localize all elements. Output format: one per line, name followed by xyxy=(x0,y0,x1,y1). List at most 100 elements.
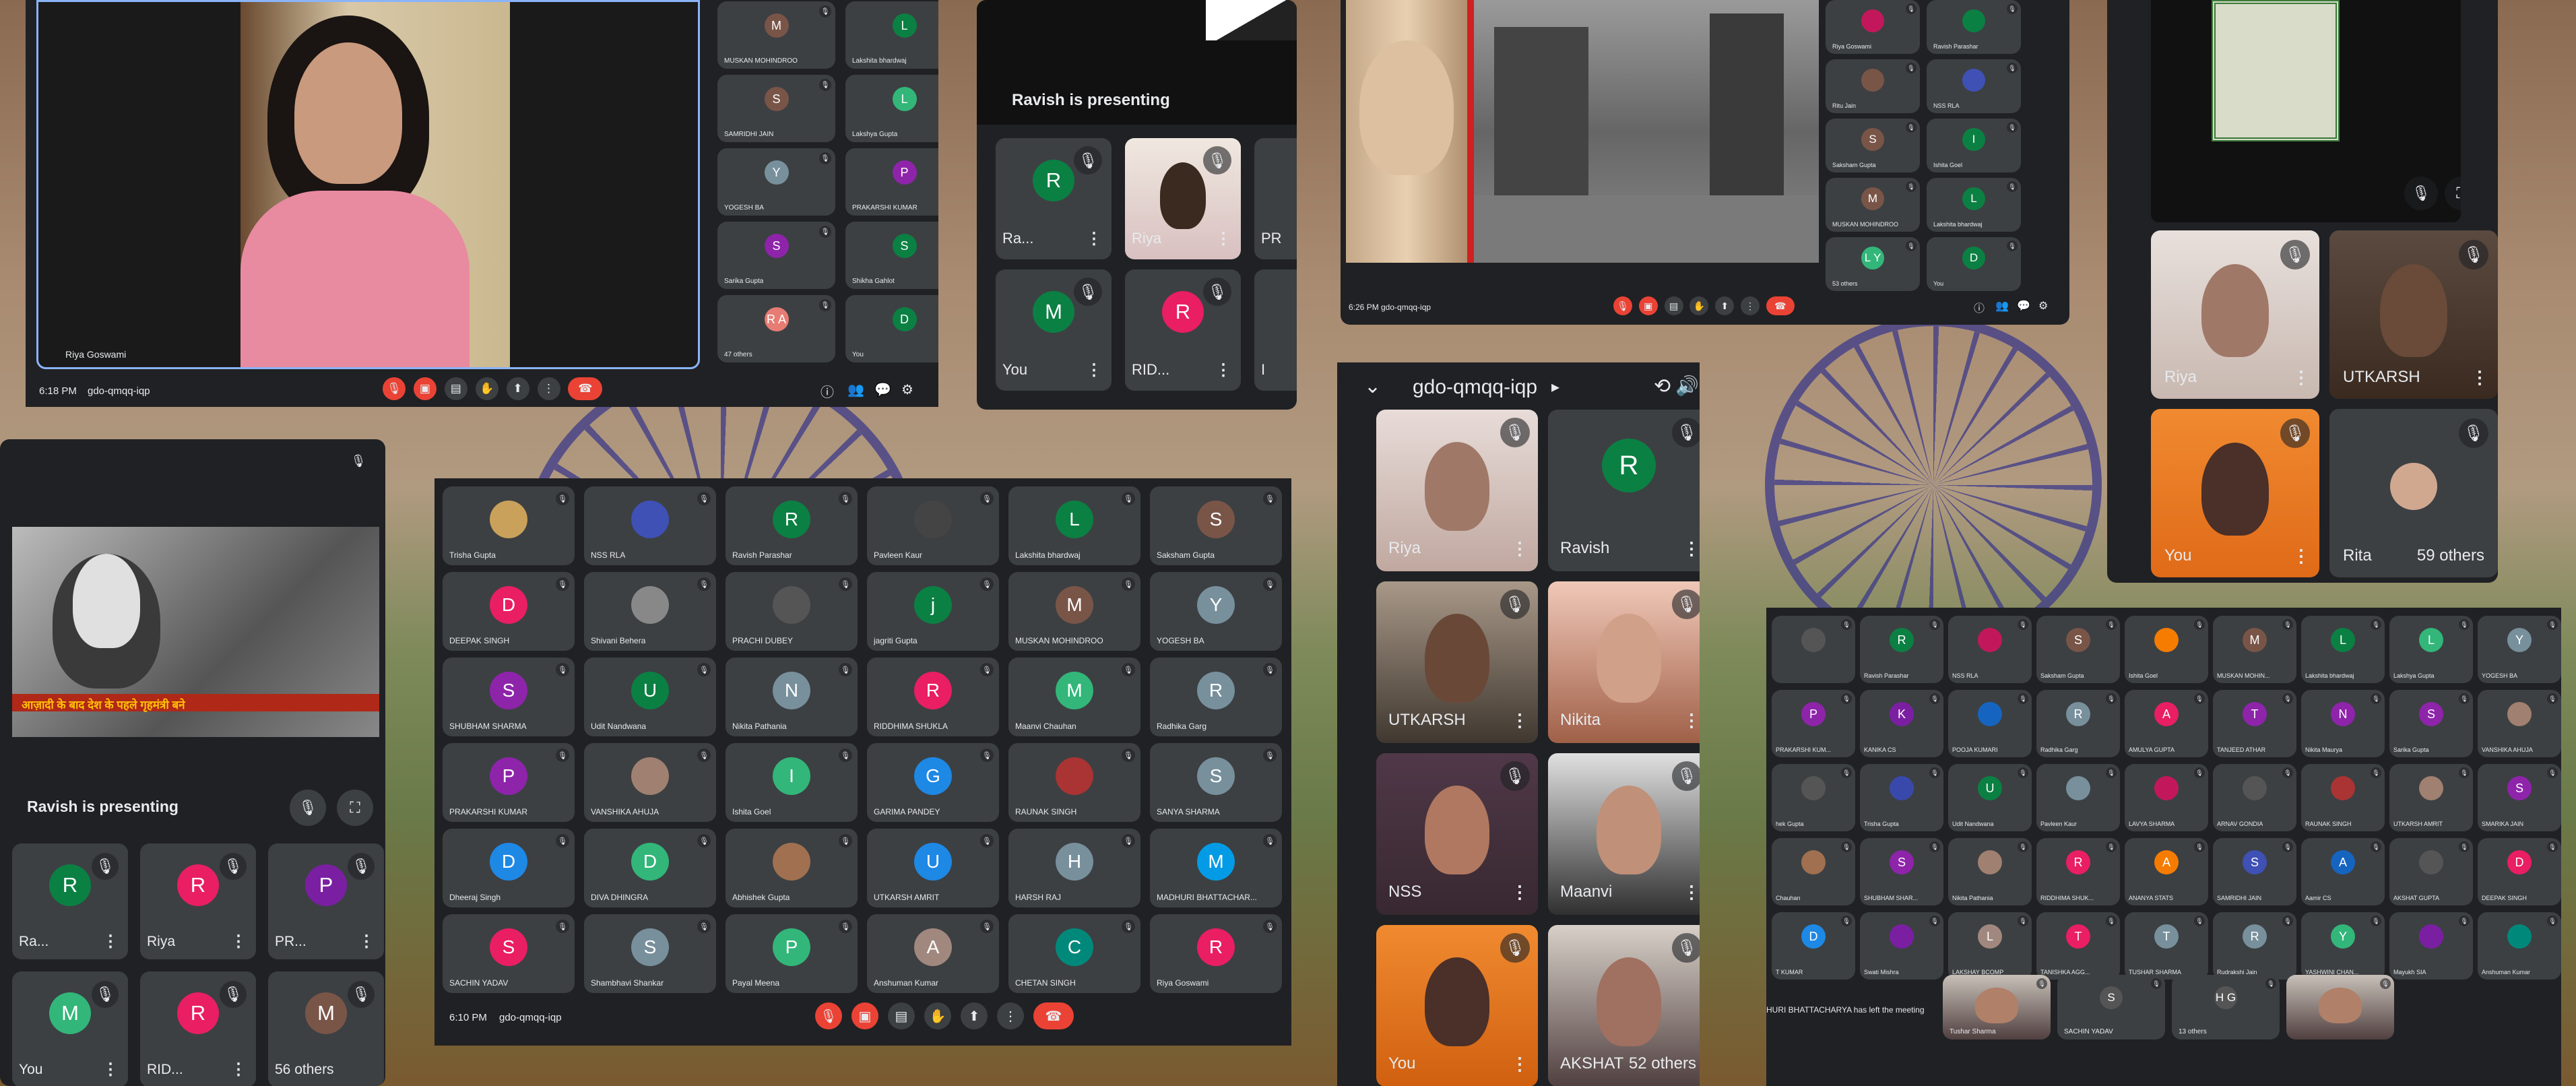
participant-tile[interactable]: LLakshita bhardwaj🎙 xyxy=(845,1,938,69)
participant-tile[interactable]: Ritu Jain 🎙 xyxy=(1826,59,1920,113)
participant-tile[interactable]: N Nikita Pathania 🎙 xyxy=(726,658,858,736)
participant-tile[interactable]: P PRAKARSHI KUMAR 🎙 xyxy=(443,743,575,822)
participant-tile[interactable]: NSS RLA 🎙 xyxy=(1927,59,2021,113)
participant-tile[interactable]: LLakshita bhardwaj🎙 xyxy=(2301,616,2385,683)
fullscreen-button[interactable]: ⛶ xyxy=(337,790,373,826)
participant-tile[interactable]: LAVYA SHARMA 🎙 xyxy=(2125,764,2208,831)
activities-icon[interactable]: ⚙ xyxy=(2038,299,2048,313)
participant-tile[interactable]: Pavleen Kaur 🎙 xyxy=(2036,764,2120,831)
raise-hand-button[interactable]: ✋ xyxy=(1689,296,1709,315)
participant-tile[interactable]: Shivani Behera 🎙 xyxy=(584,572,716,651)
fullscreen-button[interactable]: ⛶ xyxy=(2445,177,2461,210)
participant-tile[interactable]: Anshuman Kumar 🎙 xyxy=(2478,912,2561,980)
participant-tile[interactable]: Pavleen Kaur 🎙 xyxy=(867,486,999,565)
participant-tile[interactable]: D DEEPAK SINGH 🎙 xyxy=(2478,838,2561,905)
participant-tile[interactable]: M MUSKAN MOHINDROO 🎙 xyxy=(1008,572,1140,651)
mic-button[interactable]: 🎙 xyxy=(1613,296,1632,315)
participant-tile[interactable]: S SHUBHAM SHARMA 🎙 xyxy=(443,658,575,736)
participant-tile[interactable]: P PR... 🎙 ⋮ xyxy=(268,843,384,959)
activities-icon[interactable]: ⚙ xyxy=(901,381,913,398)
people-icon[interactable]: 👥 xyxy=(1995,299,2009,313)
participant-tile[interactable]: DYou🎙 xyxy=(845,295,938,362)
participant-tile[interactable]: R Ra... 🎙 ⋮ xyxy=(12,843,128,959)
participant-tile[interactable]: POOJA KUMARI 🎙 xyxy=(1948,690,2032,757)
participant-tile[interactable]: RAUNAK SINGH 🎙 xyxy=(2301,764,2385,831)
captions-button[interactable]: ▤ xyxy=(888,1002,915,1029)
participant-tile[interactable]: L Y 53 others 🎙 xyxy=(1826,237,1920,291)
participant-tile[interactable]: H G 13 others 🎙 xyxy=(2172,975,2280,1040)
people-icon[interactable]: 👥 xyxy=(847,381,864,398)
chat-icon[interactable]: 💬 xyxy=(874,381,891,398)
participant-tile[interactable]: C CHETAN SINGH 🎙 xyxy=(1008,914,1140,993)
participant-tile[interactable]: M You 🎙 ⋮ xyxy=(996,269,1112,391)
stop-presenting-button[interactable]: 🎙 xyxy=(290,790,326,826)
participant-tile[interactable]: R Riya 🎙 ⋮ xyxy=(140,843,256,959)
participant-tile[interactable]: S Shambhavi Shankar 🎙 xyxy=(584,914,716,993)
speaker-icon[interactable]: 🔊 xyxy=(1675,375,1699,397)
participant-tile[interactable]: Ravish Parashar 🎙 xyxy=(1927,0,2021,54)
raise-hand-button[interactable]: ✋ xyxy=(924,1002,951,1029)
more-options-icon[interactable]: ⋮ xyxy=(1511,1054,1528,1075)
participant-tile[interactable]: T TANISHKA AGG... 🎙 xyxy=(2036,912,2120,980)
participant-tile[interactable]: Abhishek Gupta 🎙 xyxy=(726,829,858,907)
participant-tile[interactable]: U Udit Nandwana 🎙 xyxy=(1948,764,2032,831)
participant-tile[interactable]: M Maanvi Chauhan 🎙 xyxy=(1008,658,1140,736)
more-options-icon[interactable]: ⋮ xyxy=(1086,360,1102,380)
participant-tile[interactable]: R Ravish Parashar 🎙 xyxy=(726,486,858,565)
participant-tile[interactable]: R Riya Goswami 🎙 xyxy=(1150,914,1282,993)
more-button[interactable]: ⋮ xyxy=(997,1002,1024,1029)
more-options-icon[interactable]: ⋮ xyxy=(2292,367,2310,388)
participant-tile[interactable]: hek Gupta 🎙 xyxy=(1772,764,1855,831)
participant-tile[interactable]: S SHUBHAM SHAR... 🎙 xyxy=(1860,838,1943,905)
participant-tile[interactable]: You 🎙 ⋮ xyxy=(1376,925,1538,1086)
participant-tile[interactable]: Trisha Gupta 🎙 xyxy=(1860,764,1943,831)
participant-tile[interactable]: A Aamir CS 🎙 xyxy=(2301,838,2385,905)
participant-tile[interactable]: R A 47 others 🎙 xyxy=(717,295,835,362)
participant-tile[interactable]: Riya 🎙 ⋮ xyxy=(2151,230,2319,399)
participant-tile[interactable]: NSS RLA 🎙 xyxy=(1948,616,2032,683)
collapse-chevron-icon[interactable]: ⌄ xyxy=(1364,375,1381,398)
meeting-title[interactable]: gdo-qmqq-iqp xyxy=(1413,376,1537,399)
participant-tile[interactable]: K KANIKA CS 🎙 xyxy=(1860,690,1943,757)
captions-button[interactable]: ▤ xyxy=(444,377,468,400)
participant-tile[interactable]: Chauhan 🎙 xyxy=(1772,838,1855,905)
participant-tile[interactable]: UTKARSH 🎙 ⋮ xyxy=(1376,581,1538,743)
participant-tile[interactable]: Nikita 🎙 ⋮ xyxy=(1548,581,1700,743)
participant-tile[interactable]: Ishita Goel 🎙 xyxy=(2125,616,2208,683)
more-options-icon[interactable]: ⋮ xyxy=(1683,710,1700,731)
participant-tile[interactable]: I Ishita Goel 🎙 xyxy=(726,743,858,822)
camera-button[interactable]: ▣ xyxy=(1638,296,1658,315)
participant-tile[interactable]: L LAKSHAY BCOMP 🎙 xyxy=(1948,912,2032,980)
participant-tile[interactable]: M 56 others 🎙 xyxy=(268,971,384,1086)
more-options-icon[interactable]: ⋮ xyxy=(230,1060,247,1079)
leave-call-button[interactable]: ☎ xyxy=(568,377,603,400)
participant-tile[interactable]: M MUSKAN MOHINDROO 🎙 xyxy=(1826,178,1920,232)
participant-tile[interactable]: Rita 🎙 59 others xyxy=(2329,409,2498,577)
participant-tile[interactable]: U UTKARSH AMRIT 🎙 xyxy=(867,829,999,907)
participant-tile[interactable]: LLakshita bhardwaj🎙 xyxy=(1927,178,2021,232)
chat-icon[interactable]: 💬 xyxy=(2017,299,2030,313)
participant-tile[interactable]: S Sarika Gupta 🎙 xyxy=(2389,690,2473,757)
participant-tile[interactable]: NSS 🎙 ⋮ xyxy=(1376,753,1538,915)
participant-tile[interactable]: R RID... 🎙 ⋮ xyxy=(140,971,256,1086)
more-options-icon[interactable]: ⋮ xyxy=(2292,546,2310,567)
participant-tile[interactable]: NSS RLA 🎙 xyxy=(584,486,716,565)
participant-tile[interactable]: U Udit Nandwana 🎙 xyxy=(584,658,716,736)
participant-tile[interactable]: M MADHURI BHATTACHAR... 🎙 xyxy=(1150,829,1282,907)
participant-tile[interactable]: Y YOGESH BA 🎙 xyxy=(2478,616,2561,683)
participant-tile[interactable]: S SMARIKA JAIN 🎙 xyxy=(2478,764,2561,831)
participant-tile[interactable]: R Ra... 🎙 ⋮ xyxy=(996,138,1112,259)
participant-tile[interactable]: DYou🎙 xyxy=(1927,237,2021,291)
more-options-icon[interactable]: ⋮ xyxy=(1215,360,1231,380)
participant-tile[interactable]: Y YOGESH BA 🎙 xyxy=(1150,572,1282,651)
participant-tile[interactable]: Trisha Gupta 🎙 xyxy=(443,486,575,565)
info-icon[interactable]: ⓘ xyxy=(820,381,834,401)
participant-tile[interactable]: ARNAV GONDIA 🎙 xyxy=(2213,764,2296,831)
mic-off-button[interactable]: 🎙 xyxy=(2404,177,2438,210)
participant-tile[interactable]: Mayukh SIA 🎙 xyxy=(2389,912,2473,980)
mic-button[interactable]: 🎙 xyxy=(815,1002,842,1029)
participant-tile[interactable]: R Ravish Parashar 🎙 xyxy=(1860,616,1943,683)
participant-tile[interactable]: Y YASHWINI CHAN... 🎙 xyxy=(2301,912,2385,980)
more-options-icon[interactable]: ⋮ xyxy=(102,932,119,951)
mic-button[interactable]: 🎙 xyxy=(383,377,406,400)
